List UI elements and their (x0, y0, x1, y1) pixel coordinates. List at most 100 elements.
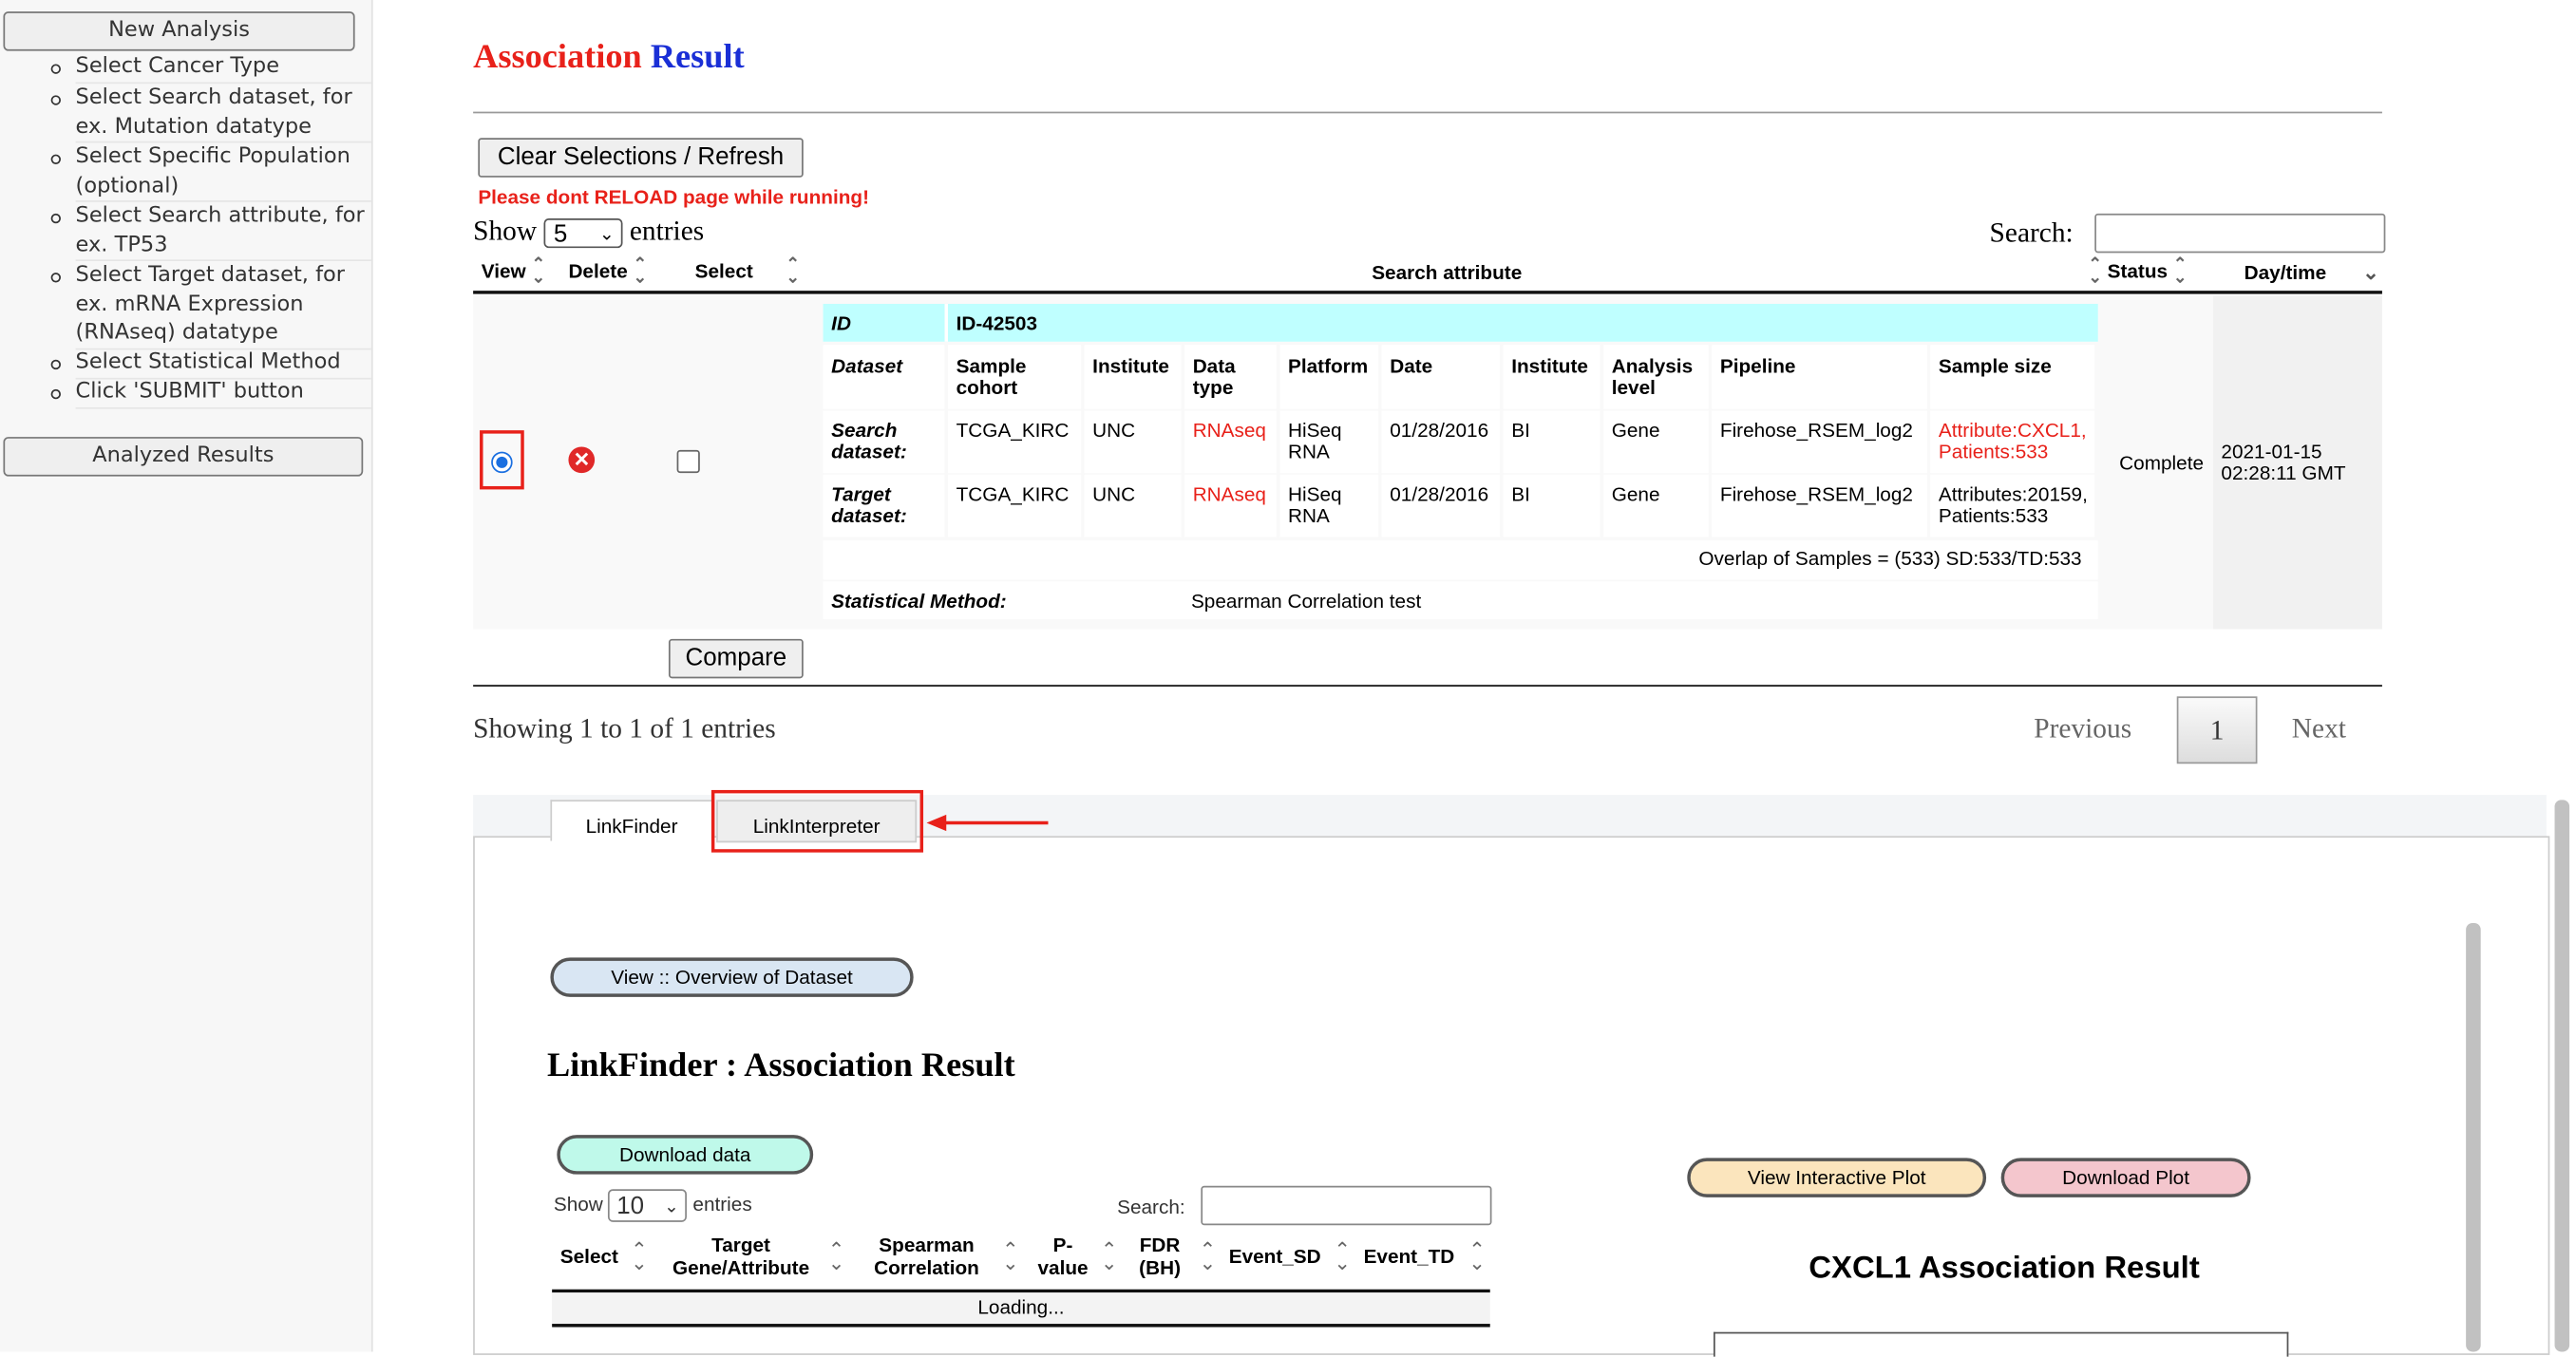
table-cell: RNAseq (1184, 474, 1277, 537)
target-cell: Target dataset: (831, 482, 907, 528)
search-cell: Gene (1611, 419, 1660, 443)
col-search-attribute[interactable]: Search attribute (1372, 261, 1522, 284)
panel-search-input[interactable] (1201, 1185, 1492, 1226)
reload-warning: Please dont RELOAD page while running! (478, 185, 870, 209)
table-cell: HiSeq RNA (1279, 474, 1379, 537)
new-analysis-button[interactable]: New Analysis (3, 11, 355, 51)
step-item: Select Search attribute, for ex. TP53 (50, 202, 371, 262)
daytime-value: 2021-01-15 02:28:11 GMT (2221, 440, 2346, 485)
results-col[interactable]: Spearman Correlation (871, 1234, 983, 1279)
table-cell: Platform (1279, 345, 1379, 409)
table-cell: Search dataset: (823, 410, 945, 474)
results-col[interactable]: FDR (BH) (1137, 1234, 1183, 1279)
inner-scrollbar[interactable] (2466, 923, 2481, 1352)
table-cell: Gene (1603, 474, 1709, 537)
delete-icon[interactable]: ✕ (568, 446, 596, 474)
show-label: Show (553, 1192, 603, 1216)
table-cell: TCGA_KIRC (947, 474, 1082, 537)
search-cell: Attribute:CXCL1, Patients:533 (1938, 419, 2087, 463)
target-cell: BI (1511, 482, 1530, 506)
entries-select[interactable]: 5 ⌄ (543, 218, 623, 249)
tab-highlight (710, 789, 924, 853)
clear-selections-button[interactable]: Clear Selections / Refresh (478, 138, 804, 178)
show-entries: Show 5 ⌄ entries (473, 216, 704, 249)
tab-linkfinder[interactable]: LinkFinder (550, 800, 713, 841)
compare-button[interactable]: Compare (668, 638, 804, 679)
table-cell: Institute (1503, 345, 1601, 409)
panel-search-label: Search: (1117, 1196, 1185, 1219)
search-cell: 01/28/2016 (1390, 419, 1489, 443)
results-col[interactable]: Event_TD (1364, 1245, 1463, 1268)
col-delete[interactable]: Delete ⌃ ⌄ (568, 257, 647, 287)
entries-value: 10 (616, 1192, 645, 1221)
headers-cell: Institute (1511, 353, 1588, 377)
table-cell: Dataset (823, 345, 945, 409)
next-button[interactable]: Next (2292, 713, 2346, 746)
col-select[interactable]: Select ⌃ ⌄ (695, 257, 800, 287)
search-label: Search: (1989, 217, 2074, 249)
target-cell: Firehose_RSEM_log2 (1719, 482, 1913, 506)
table-cell: Gene (1603, 410, 1709, 474)
id-value: ID-42503 (956, 311, 1038, 335)
table-cell: UNC (1084, 474, 1182, 537)
table-cell: Attributes:20159, Patients:533 (1930, 474, 2095, 537)
overview-button[interactable]: View :: Overview of Dataset (550, 957, 914, 997)
download-plot-button[interactable]: Download Plot (2000, 1158, 2251, 1197)
headers-cell: Platform (1288, 353, 1369, 377)
headers-cell: Analysis level (1611, 353, 1694, 399)
table-cell: BI (1503, 410, 1601, 474)
table-cell: Attribute:CXCL1, Patients:533 (1930, 410, 2095, 474)
sort-icon: ⌃ ⌄ (531, 255, 546, 288)
target-cell: HiSeq RNA (1288, 482, 1342, 528)
divider (473, 291, 2382, 294)
view-radio[interactable] (491, 451, 513, 474)
view-interactive-plot-button[interactable]: View Interactive Plot (1687, 1158, 1987, 1197)
results-col[interactable]: Target Gene/Attribute (667, 1234, 815, 1279)
panel-show-entries: Show 10 ⌄ entries (554, 1189, 752, 1222)
view-radio-highlight (480, 430, 524, 490)
results-col[interactable]: P-value (1035, 1234, 1091, 1279)
sort-icon: ⌃ ⌄ (1002, 1238, 1019, 1275)
table-cell: BI (1503, 474, 1601, 537)
loading-row: Loading... (552, 1292, 1490, 1325)
panel-entries-select[interactable]: 10 ⌄ (608, 1189, 688, 1222)
sort-icon: ⌃ ⌄ (827, 1238, 845, 1275)
table-cell: Target dataset: (823, 474, 945, 537)
search-cell: RNAseq (1192, 419, 1266, 443)
col-label: Delete (568, 259, 628, 283)
arrow-icon (926, 814, 1049, 832)
search-cell: Firehose_RSEM_log2 (1719, 419, 1913, 443)
col-label: View (481, 259, 526, 283)
status-value: Complete (2119, 451, 2205, 475)
page-title: Association Result (473, 36, 745, 77)
title-part: Association (473, 36, 642, 76)
target-cell: UNC (1092, 482, 1136, 506)
search-cell: HiSeq RNA (1288, 419, 1342, 463)
previous-button[interactable]: Previous (2034, 713, 2131, 746)
search-input[interactable] (2094, 213, 2386, 254)
results-col[interactable]: Event_SD (1229, 1245, 1328, 1268)
page-1-button[interactable]: 1 (2176, 696, 2258, 764)
step-item: Click 'SUBMIT' button (50, 378, 371, 408)
table-cell: Date (1381, 345, 1501, 409)
col-daytime[interactable]: Day/time ⌄ (2245, 261, 2379, 284)
col-label: Status (2107, 259, 2169, 283)
results-col[interactable]: Select (560, 1245, 626, 1268)
statistical-method-label: Statistical Method: (831, 589, 1007, 613)
step-item: Select Statistical Method (50, 349, 371, 379)
table-cell: Pipeline (1712, 345, 1927, 409)
headers-cell: Pipeline (1719, 353, 1796, 377)
headers-cell: Sample size (1938, 353, 2052, 377)
col-status[interactable]: ⌃ ⌄ Status ⌃ ⌄ (2088, 255, 2187, 288)
search-cell: Search dataset: (831, 419, 907, 463)
select-checkbox[interactable] (676, 449, 700, 474)
search-cell: BI (1511, 419, 1530, 443)
download-data-button[interactable]: Download data (557, 1135, 814, 1175)
sort-icon: ⌃ ⌄ (2088, 255, 2102, 288)
table-cell: Data type (1184, 345, 1277, 409)
analyzed-results-button[interactable]: Analyzed Results (3, 437, 364, 477)
page-scrollbar[interactable] (2554, 800, 2570, 1352)
col-view[interactable]: View ⌃ ⌄ (481, 255, 546, 288)
entries-label: entries (692, 1192, 752, 1216)
sidebar: New Analysis Select Cancer Type Select S… (0, 0, 373, 1352)
